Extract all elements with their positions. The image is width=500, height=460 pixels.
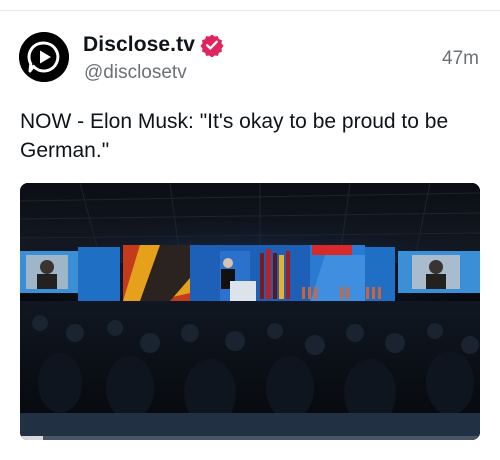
- author-handle[interactable]: @disclosetv: [84, 62, 187, 84]
- post-text: NOW - Elon Musk: "It's okay to be proud …: [20, 110, 449, 162]
- author-name-row: Disclose.tv: [83, 30, 224, 60]
- post-timestamp[interactable]: 47m: [442, 48, 479, 70]
- video-progress-fill: [20, 436, 43, 440]
- display-name[interactable]: Disclose.tv: [83, 33, 195, 57]
- avatar[interactable]: [19, 32, 69, 82]
- top-divider: [0, 10, 500, 11]
- video-player[interactable]: [20, 183, 480, 440]
- play-speech-bubble-icon: [19, 32, 69, 82]
- checkmark-badge-icon: [200, 33, 224, 58]
- video-frame: [20, 183, 480, 440]
- video-progress-track[interactable]: [20, 436, 480, 440]
